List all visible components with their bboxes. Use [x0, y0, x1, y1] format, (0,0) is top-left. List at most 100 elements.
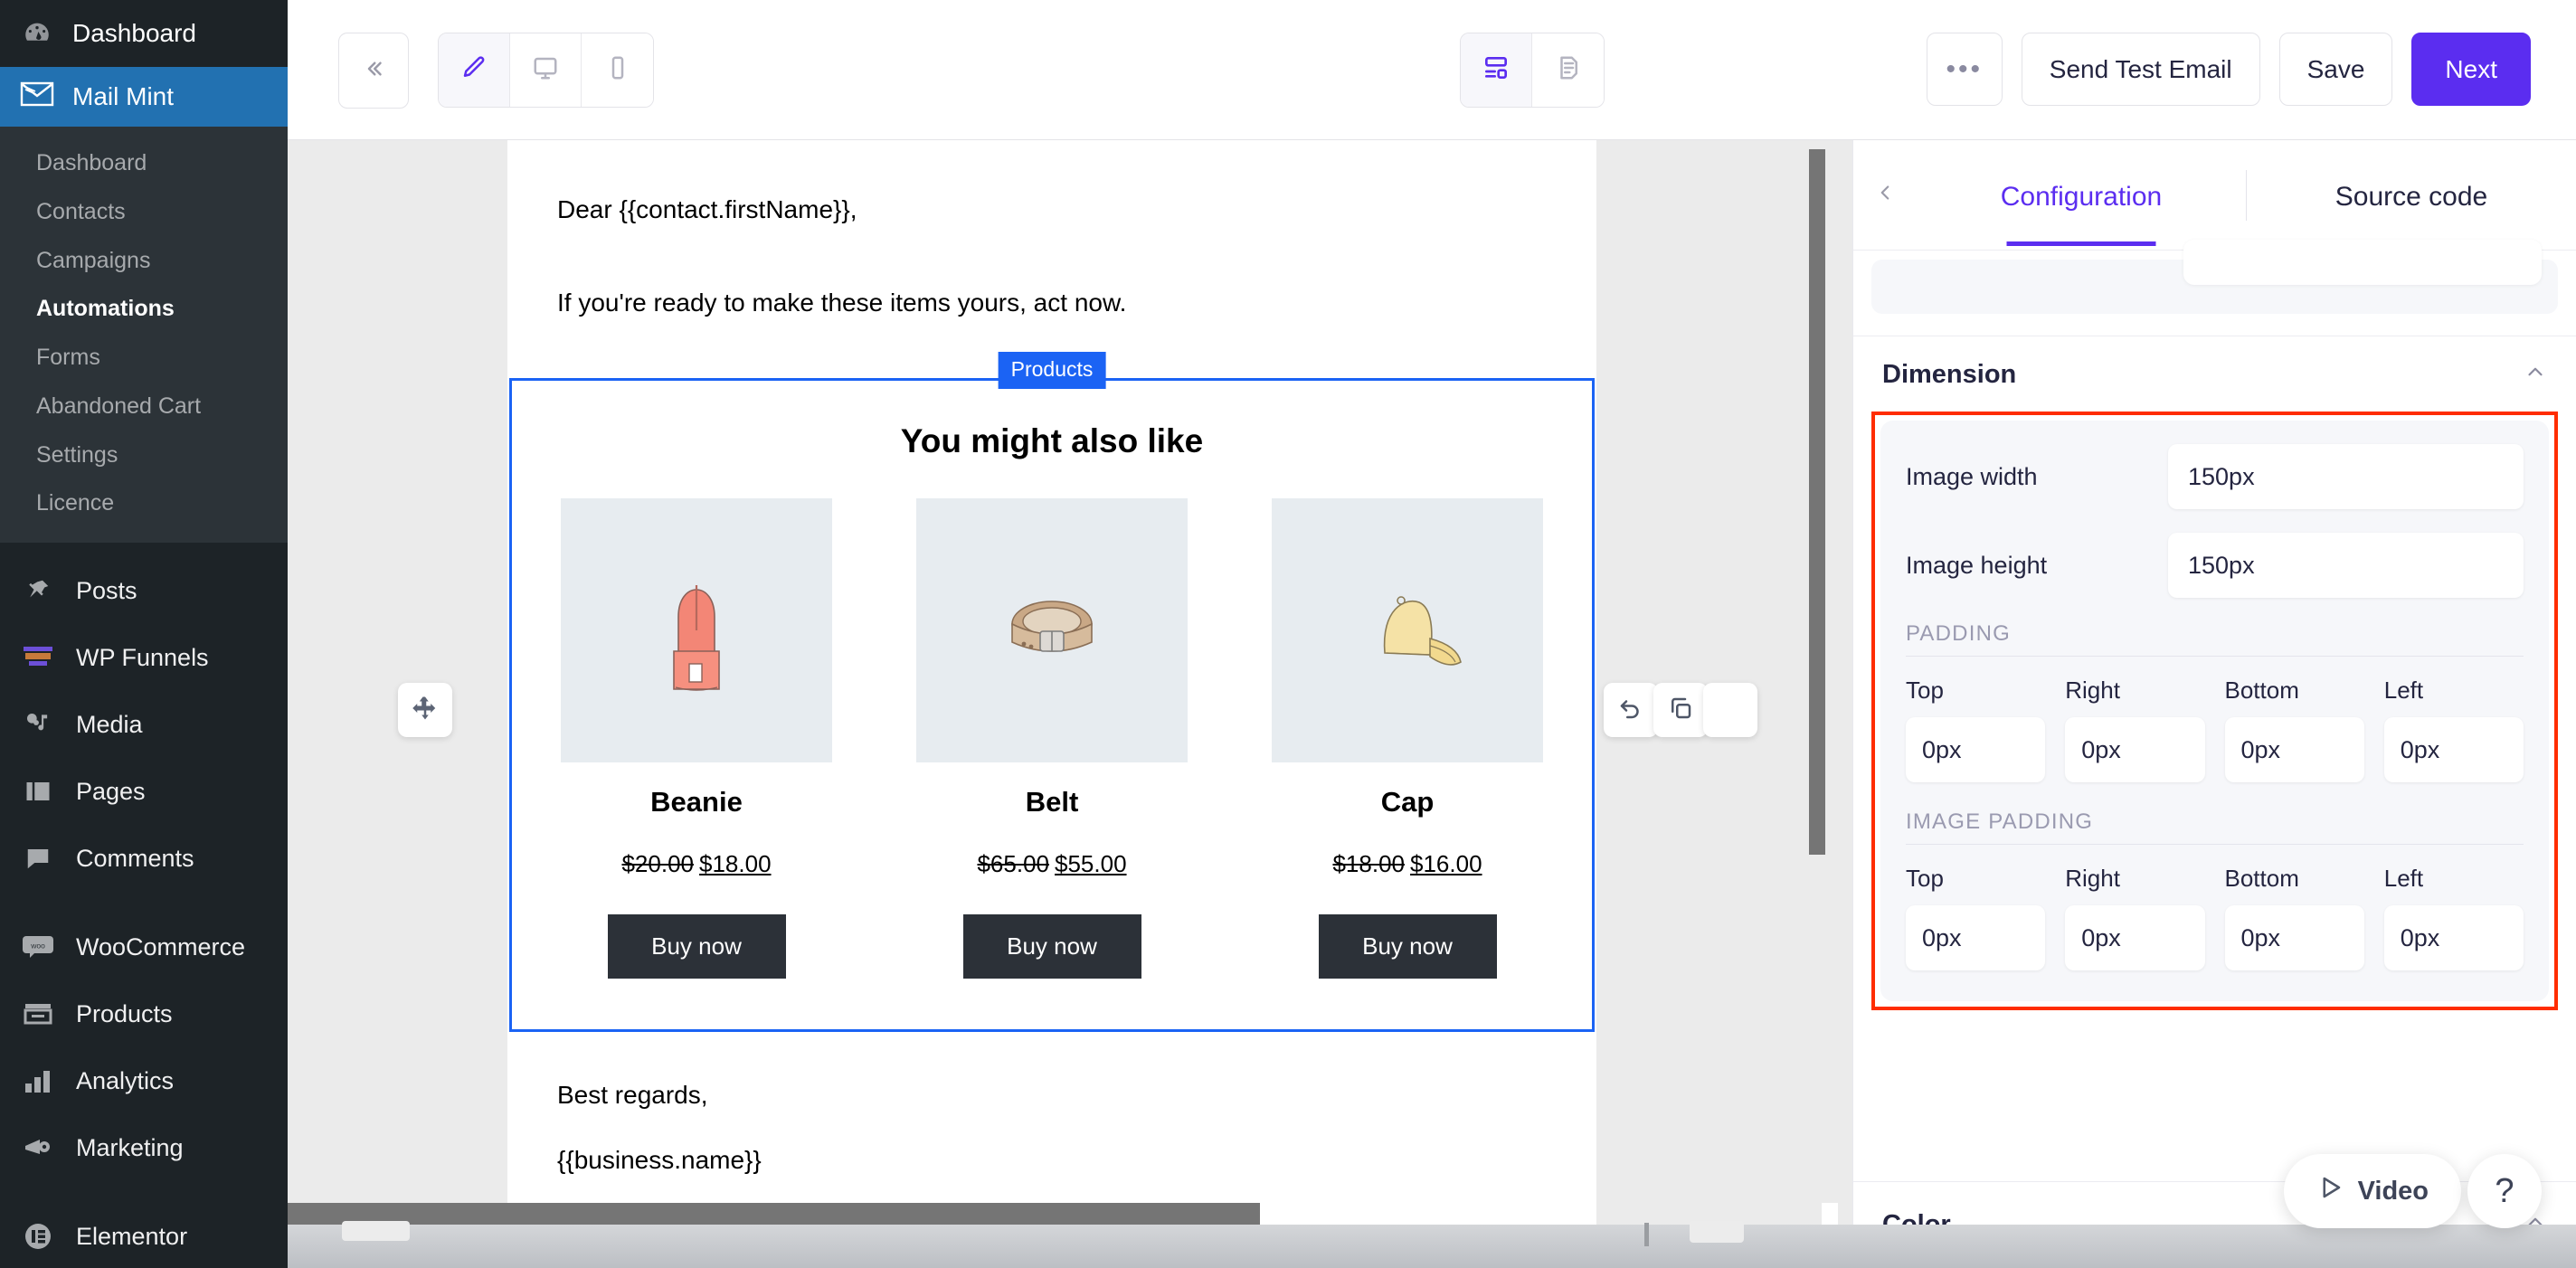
product-image — [561, 497, 832, 762]
padding-left-input[interactable]: 0px — [2383, 717, 2524, 782]
tab-configuration[interactable]: Configuration — [1917, 146, 2246, 245]
email-intro-text: If you're ready to make these items your… — [557, 288, 1127, 317]
collapse-sidebar-button[interactable] — [338, 33, 409, 109]
padding-right-input[interactable]: 0px — [2065, 717, 2205, 782]
sidebar-subitem-abandoned-cart[interactable]: Abandoned Cart — [0, 383, 288, 431]
send-test-email-button[interactable]: Send Test Email — [2021, 33, 2260, 106]
image-height-label: Image height — [1906, 551, 2048, 579]
tab-source-code[interactable]: Source code — [2247, 146, 2576, 245]
sidebar-subitem-campaigns[interactable]: Campaigns — [0, 237, 288, 286]
padding-bottom-input[interactable]: 0px — [2224, 717, 2364, 782]
sidebar-item-marketing[interactable]: Marketing — [0, 1114, 288, 1181]
sidebar-item-label: Media — [76, 710, 143, 738]
product-card[interactable]: Beanie $20.00 $18.00 Buy now — [561, 497, 832, 979]
image-padding-bottom-cell: Bottom 0px — [2224, 865, 2364, 970]
sidebar-item-media[interactable]: Media — [0, 691, 288, 758]
sidebar-subitem-dashboard[interactable]: Dashboard — [0, 139, 288, 188]
image-height-input[interactable]: 150px — [2168, 533, 2524, 598]
sidebar-item-dashboard[interactable]: Dashboard — [0, 0, 288, 67]
help-button[interactable]: ? — [2467, 1154, 2542, 1228]
mobile-preview-button[interactable] — [582, 33, 653, 107]
chevron-up-icon[interactable] — [2524, 360, 2547, 390]
sidebar-item-label: Dashboard — [72, 19, 196, 47]
sidebar-subitem-forms[interactable]: Forms — [0, 334, 288, 383]
analytics-bar-icon — [20, 1063, 56, 1099]
sidebar-divider-3 — [0, 1181, 288, 1203]
sidebar-subitem-automations[interactable]: Automations — [0, 285, 288, 334]
canvas-vertical-scroll-thumb[interactable] — [1809, 149, 1825, 855]
sidebar-item-posts[interactable]: Posts — [0, 557, 288, 624]
editor-toolbar: ••• Send Test Email Save Next — [288, 0, 2576, 140]
image-padding-left-label: Left — [2383, 865, 2424, 892]
image-padding-bottom-input[interactable]: 0px — [2224, 905, 2364, 970]
sidebar-item-label: Comments — [76, 844, 194, 872]
email-signature-block[interactable]: Best regards, {{business.name}} — [507, 1032, 1596, 1232]
sidebar-item-mail-mint[interactable]: Mail Mint — [0, 67, 288, 127]
sidebar-subitem-licence[interactable]: Licence — [0, 479, 288, 528]
edit-mode-button[interactable] — [439, 33, 510, 107]
desktop-preview-button[interactable] — [510, 33, 582, 107]
padding-top-cell: Top 0px — [1906, 677, 2046, 782]
sidebar-subitem-contacts[interactable]: Contacts — [0, 188, 288, 237]
sidebar-item-wp-funnels[interactable]: WP Funnels — [0, 624, 288, 691]
email-canvas[interactable]: Dear {{contact.firstName}}, If you're re… — [288, 140, 1852, 1268]
email-intro-block[interactable]: Dear {{contact.firstName}}, If you're re… — [507, 140, 1596, 378]
undo-block-button[interactable] — [1604, 683, 1658, 737]
product-old-price: $18.00 — [1332, 849, 1405, 877]
more-options-button[interactable]: ••• — [1926, 33, 2003, 106]
undo-arrow-icon — [1617, 695, 1644, 726]
sidebar-item-label: WP Funnels — [76, 643, 209, 671]
more-block-button[interactable] — [1703, 683, 1757, 737]
canvas-vertical-scrollbar[interactable] — [1809, 149, 1825, 1135]
product-price: $20.00 $18.00 — [561, 850, 832, 878]
scrolled-field-input[interactable] — [2183, 240, 2542, 285]
product-card[interactable]: Belt $65.00 $55.00 Buy now — [916, 497, 1188, 979]
sidebar-item-elementor[interactable]: Elementor — [0, 1203, 288, 1268]
sidebar-item-analytics[interactable]: Analytics — [0, 1047, 288, 1114]
padding-right-cell: Right 0px — [2065, 677, 2205, 782]
sidebar-divider — [0, 543, 288, 557]
belt-illustration — [1011, 600, 1093, 652]
sidebar-item-woocommerce[interactable]: woo WooCommerce — [0, 913, 288, 980]
products-block[interactable]: Products You might also like Beanie $20.… — [509, 351, 1595, 1032]
sidebar-item-products[interactable]: Products — [0, 980, 288, 1047]
dimension-section-highlight: Image width 150px Image height 150px PAD… — [1871, 412, 2558, 1010]
image-padding-divider — [1906, 844, 2524, 845]
image-padding-top-input[interactable]: 0px — [1906, 905, 2046, 970]
padding-top-label: Top — [1906, 677, 1944, 704]
source-view-button[interactable] — [1532, 33, 1604, 107]
move-block-handle[interactable] — [398, 683, 452, 737]
buy-now-button[interactable]: Buy now — [607, 913, 786, 979]
block-tag-label: Products — [998, 351, 1106, 389]
image-width-input[interactable]: 150px — [2168, 444, 2524, 509]
next-button[interactable]: Next — [2411, 33, 2531, 106]
panel-tab-bar: Configuration Source code — [1853, 140, 2576, 251]
comment-icon — [20, 840, 56, 876]
scrolled-field-card[interactable] — [1871, 240, 2558, 314]
svg-text:woo: woo — [30, 942, 45, 951]
save-button[interactable]: Save — [2278, 33, 2393, 106]
padding-top-input[interactable]: 0px — [1906, 717, 2046, 782]
sidebar-brand-label: Mail Mint — [72, 82, 175, 110]
panel-back-button[interactable] — [1853, 181, 1917, 209]
image-padding-right-input[interactable]: 0px — [2065, 905, 2205, 970]
buy-now-button[interactable]: Buy now — [1318, 913, 1497, 979]
pages-icon — [20, 773, 56, 809]
sidebar-item-comments[interactable]: Comments — [0, 825, 288, 892]
product-card[interactable]: Cap $18.00 $16.00 Buy now — [1272, 497, 1543, 979]
image-padding-left-input[interactable]: 0px — [2383, 905, 2524, 970]
duplicate-block-button[interactable] — [1653, 683, 1708, 737]
sidebar-item-label: Elementor — [76, 1222, 188, 1250]
sidebar-item-pages[interactable]: Pages — [0, 758, 288, 825]
sidebar-subitem-settings[interactable]: Settings — [0, 431, 288, 480]
padding-bottom-cell: Bottom 0px — [2224, 677, 2364, 782]
image-padding-quad: Top 0px Right 0px Bottom 0px Left 0px — [1906, 865, 2524, 970]
pin-icon — [20, 572, 56, 609]
buy-now-button[interactable]: Buy now — [962, 913, 1141, 979]
visual-builder-button[interactable] — [1461, 33, 1532, 107]
video-help-button[interactable]: Video — [2283, 1154, 2461, 1228]
image-padding-right-cell: Right 0px — [2065, 865, 2205, 970]
wp-admin-sidebar: Dashboard Mail Mint Dashboard Contacts C… — [0, 0, 288, 1268]
image-padding-heading: IMAGE PADDING — [1906, 809, 2094, 834]
dimension-section-header[interactable]: Dimension — [1853, 336, 2576, 412]
